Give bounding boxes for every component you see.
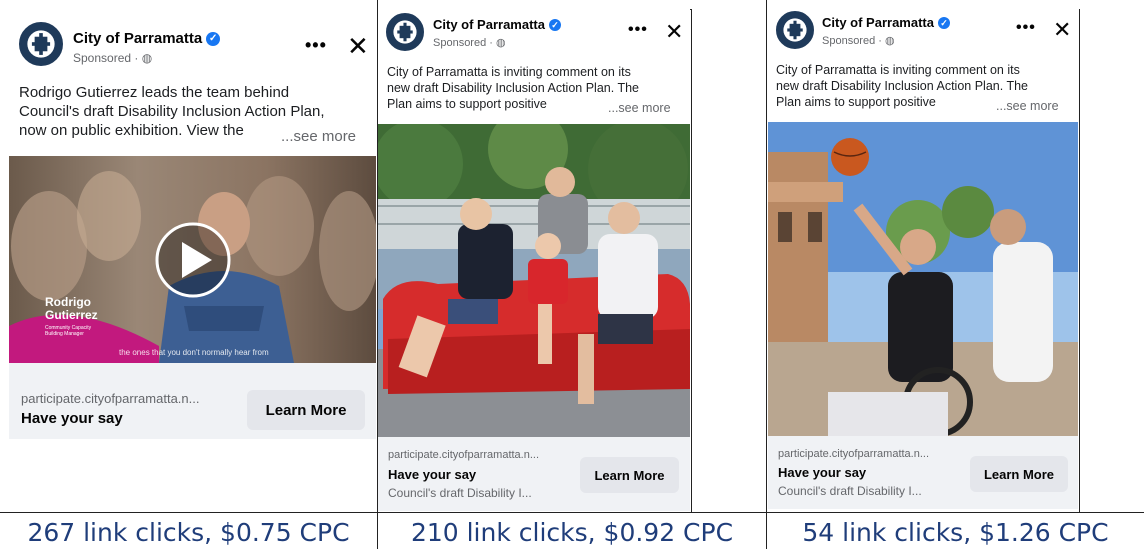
globe-icon: ◍ [141, 51, 153, 65]
sponsored-text: Sponsored · [433, 37, 493, 49]
globe-icon: ◍ [496, 37, 506, 49]
page-logo[interactable] [19, 22, 63, 66]
sponsored-text: Sponsored · [822, 35, 882, 47]
crest-icon [21, 24, 61, 64]
family-photo-image [378, 124, 690, 437]
link-description: Council's draft Disability I... [778, 484, 922, 498]
more-options-icon[interactable]: ••• [628, 21, 648, 39]
more-options-icon[interactable]: ••• [1016, 19, 1036, 37]
ad-card-2: City of Parramatta ✓ Sponsored · ◍ ••• ✕… [378, 9, 690, 511]
learn-more-button[interactable]: Learn More [970, 456, 1068, 492]
learn-more-button[interactable]: Learn More [247, 390, 365, 430]
see-more-link[interactable]: ...see more [996, 99, 1059, 113]
grid-divider [1079, 9, 1080, 512]
ad-photo[interactable] [768, 122, 1078, 436]
see-more-link[interactable]: ...see more [281, 128, 356, 145]
verified-icon: ✓ [937, 16, 950, 29]
globe-icon: ◍ [885, 35, 895, 47]
sponsored-text: Sponsored · [73, 51, 139, 65]
ad-3-stats: 54 link clicks, $1.26 CPC [802, 518, 1109, 547]
link-domain: participate.cityofparramatta.n... [388, 449, 540, 461]
body-line: City of Parramatta is inviting comment o… [387, 65, 631, 79]
verified-icon: ✓ [206, 31, 221, 46]
close-icon[interactable]: ✕ [665, 19, 683, 45]
video-caption: the ones that you don't normally hear fr… [119, 348, 269, 357]
video-thumbnail[interactable]: Rodrigo Gutierrez Community Capacity Bui… [9, 156, 376, 363]
page-logo[interactable] [386, 13, 424, 51]
see-more-link[interactable]: ...see more [608, 101, 671, 115]
page-name-label[interactable]: City of Parramatta [433, 17, 545, 32]
sponsored-label: Sponsored · ◍ [822, 34, 895, 47]
ad-footer[interactable]: participate.cityofparramatta.n... Have y… [9, 363, 376, 439]
body-line: Rodrigo Gutierrez leads the team behind [19, 84, 290, 101]
verified-icon: ✓ [548, 18, 561, 31]
link-domain: participate.cityofparramatta.n... [778, 448, 930, 460]
ad-footer[interactable]: participate.cityofparramatta.n... Have y… [768, 436, 1078, 509]
crest-icon [778, 13, 812, 47]
close-icon[interactable]: ✕ [347, 31, 369, 62]
more-options-icon[interactable]: ••• [305, 35, 327, 56]
sponsored-label: Sponsored · ◍ [433, 36, 506, 49]
overlay-text: Building Manager [45, 331, 84, 337]
grid-divider [766, 0, 767, 549]
page-name[interactable]: City of Parramatta ✓ [73, 30, 221, 47]
link-domain: participate.cityofparramatta.n... [21, 391, 200, 406]
grid-divider [0, 512, 1144, 513]
link-headline: Have your say [21, 410, 123, 427]
basketball-photo-image [768, 122, 1078, 436]
page-name-label[interactable]: City of Parramatta [73, 30, 202, 47]
page-logo[interactable] [776, 11, 814, 49]
link-headline: Have your say [388, 467, 477, 482]
page-name-label[interactable]: City of Parramatta [822, 15, 934, 30]
body-line: Council's draft Disability Inclusion Act… [19, 103, 325, 121]
page-name[interactable]: City of Parramatta ✓ [433, 17, 561, 32]
body-line: new draft Disability Inclusion Action Pl… [387, 81, 639, 95]
overlay-text: Gutierrez [45, 308, 98, 322]
ad-card-3: City of Parramatta ✓ Sponsored · ◍ ••• ✕… [768, 9, 1078, 509]
link-headline: Have your say [778, 465, 867, 480]
ad-1-stats: 267 link clicks, $0.75 CPC [27, 518, 350, 547]
crest-icon [388, 15, 422, 49]
ad-footer[interactable]: participate.cityofparramatta.n... Have y… [378, 437, 690, 511]
video-role-overlay: Community Capacity Building Manager [45, 325, 91, 337]
grid-divider [691, 9, 692, 512]
ad-card-1: City of Parramatta ✓ Sponsored · ◍ ••• ✕… [9, 9, 376, 439]
ad-2-stats: 210 link clicks, $0.92 CPC [410, 518, 734, 547]
body-line: new draft Disability Inclusion Action Pl… [776, 79, 1028, 93]
page-name[interactable]: City of Parramatta ✓ [822, 15, 950, 30]
learn-more-button[interactable]: Learn More [580, 457, 679, 493]
link-description: Council's draft Disability I... [388, 486, 532, 500]
body-line: City of Parramatta is inviting comment o… [776, 63, 1020, 77]
ad-photo[interactable] [378, 124, 690, 437]
close-icon[interactable]: ✕ [1053, 17, 1071, 43]
video-name-overlay: Rodrigo Gutierrez [45, 296, 98, 322]
sponsored-label: Sponsored · ◍ [73, 51, 152, 65]
